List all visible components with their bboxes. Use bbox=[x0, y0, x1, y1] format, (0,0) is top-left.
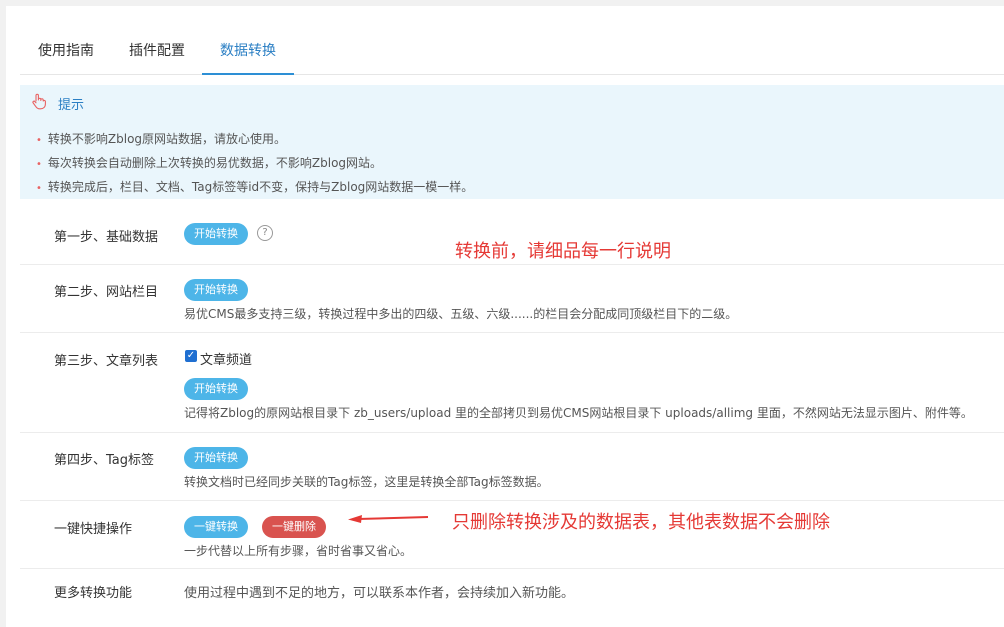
row-label: 第四步、Tag标签 bbox=[54, 453, 155, 468]
tips-title: 提示 bbox=[58, 97, 85, 113]
row-description: 易优CMS最多支持三级，转换过程中多出的四级、五级、六级......的栏目会分配… bbox=[184, 307, 738, 321]
row-description: 使用过程中遇到不足的地方，可以联系本作者，会持续加入新功能。 bbox=[184, 586, 575, 601]
tip-item: • 每次转换会自动删除上次转换的易优数据，不影响Zblog网站。 bbox=[36, 156, 383, 170]
row-article-list: 第三步、文章列表 ✓ 文章频道 开始转换 记得将Zblog的原网站根目录下 zb… bbox=[20, 332, 1004, 433]
bullet-icon: • bbox=[36, 183, 42, 194]
delete-annotation-note: 只删除转换涉及的数据表，其他表数据不会删除 bbox=[452, 512, 830, 533]
row-tag: 第四步、Tag标签 开始转换 转换文档时已经同步关联的Tag标签，这里是转换全部… bbox=[20, 432, 1004, 501]
question-icon[interactable]: ? bbox=[257, 225, 273, 241]
tips-box: 提示 • 转换不影响Zblog原网站数据，请放心使用。 • 每次转换会自动删除上次转… bbox=[20, 85, 1004, 199]
row-description: 转换文档时已经同步关联的Tag标签，这里是转换全部Tag标签数据。 bbox=[184, 475, 549, 489]
row-description: 一步代替以上所有步骤，省时省事又省心。 bbox=[184, 544, 413, 558]
tips-header: 提示 bbox=[30, 93, 84, 113]
bullet-icon: • bbox=[36, 135, 42, 146]
row-more-features: 更多转换功能 使用过程中遇到不足的地方，可以联系本作者，会持续加入新功能。 bbox=[20, 568, 1004, 614]
start-convert-button[interactable]: 开始转换 bbox=[184, 223, 248, 245]
tab-data-convert[interactable]: 数据转换 bbox=[202, 28, 294, 75]
row-label: 第一步、基础数据 bbox=[54, 230, 159, 245]
row-label: 第二步、网站栏目 bbox=[54, 285, 159, 300]
row-label: 第三步、文章列表 bbox=[54, 354, 159, 369]
one-click-convert-button[interactable]: 一键转换 bbox=[184, 516, 248, 538]
tab-bar: 使用指南 插件配置 数据转换 bbox=[20, 28, 1004, 75]
start-convert-button[interactable]: 开始转换 bbox=[184, 378, 248, 400]
one-click-delete-button[interactable]: 一键删除 bbox=[262, 516, 326, 538]
tip-item: • 转换完成后，栏目、文档、Tag标签等id不变，保持与Zblog网站数据一模一样… bbox=[36, 180, 474, 194]
start-convert-button[interactable]: 开始转换 bbox=[184, 279, 248, 301]
start-convert-button[interactable]: 开始转换 bbox=[184, 447, 248, 469]
row-description: 记得将Zblog的原网站根目录下 zb_users/upload 里的全部拷贝到… bbox=[184, 406, 973, 420]
checkbox-label: 文章频道 bbox=[200, 353, 253, 368]
row-site-columns: 第二步、网站栏目 开始转换 易优CMS最多支持三级，转换过程中多出的四级、五级、… bbox=[20, 264, 1004, 333]
article-channel-checkbox[interactable]: ✓ bbox=[185, 350, 197, 362]
bullet-icon: • bbox=[36, 159, 42, 170]
hand-pointer-icon bbox=[30, 92, 48, 114]
annotation-note: 转换前，请细品每一行说明 bbox=[455, 241, 671, 262]
main-panel: 使用指南 插件配置 数据转换 提示 • 转换不影响Zblog原网站数据，请放心使用… bbox=[6, 6, 1004, 627]
tab-usage-guide[interactable]: 使用指南 bbox=[20, 28, 112, 74]
arrow-icon bbox=[348, 515, 429, 523]
tip-item: • 转换不影响Zblog原网站数据，请放心使用。 bbox=[36, 132, 287, 146]
row-label: 一键快捷操作 bbox=[54, 522, 133, 537]
tab-plugin-config[interactable]: 插件配置 bbox=[112, 28, 202, 74]
row-label: 更多转换功能 bbox=[54, 586, 133, 601]
